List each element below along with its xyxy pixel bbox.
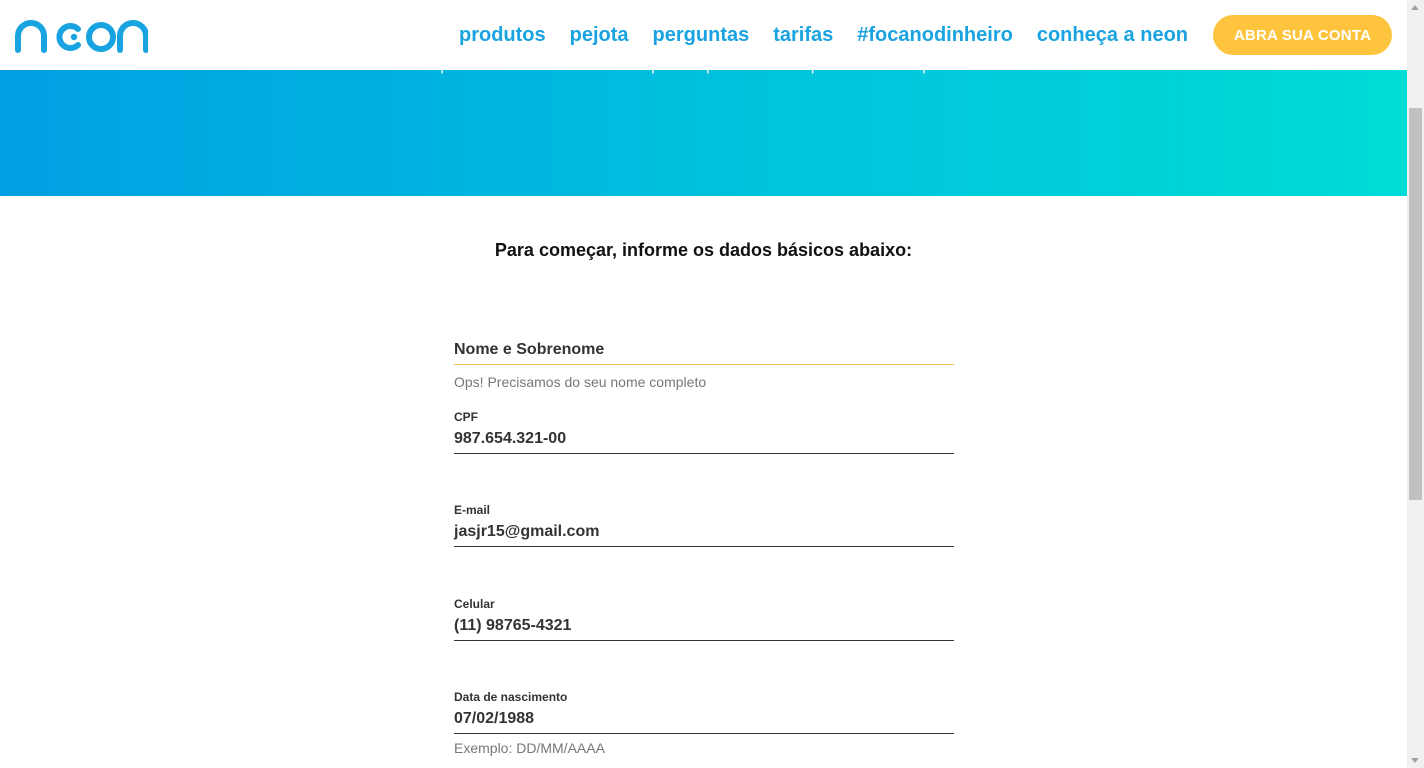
cpf-input[interactable]: 987.654.321-00 — [454, 426, 954, 454]
email-label: E-mail — [454, 503, 491, 517]
scroll-up-arrow-icon[interactable] — [1411, 5, 1419, 10]
name-field: Nome e Sobrenome Ops! Precisamos do seu … — [454, 337, 954, 390]
birthdate-label: Data de nascimento — [454, 690, 568, 704]
main-nav: produtos pejota perguntas tarifas #focan… — [435, 0, 1188, 70]
phone-input[interactable]: (11) 98765-4321 — [454, 613, 954, 641]
birthdate-field: Data de nascimento 07/02/1988 Exemplo: D… — [454, 690, 954, 756]
nav-item-produtos[interactable]: produtos — [459, 24, 546, 47]
cpf-label: CPF — [454, 410, 478, 424]
nav-item-focanodinheiro[interactable]: #focanodinheiro — [857, 24, 1013, 47]
page-scrollbar[interactable] — [1407, 0, 1424, 768]
nav-item-pejota[interactable]: pejota — [570, 24, 629, 47]
email-input[interactable]: jasjr15@gmail.com — [454, 519, 954, 547]
nav-item-tarifas[interactable]: tarifas — [773, 24, 833, 47]
top-navigation-bar: produtos pejota perguntas tarifas #focan… — [0, 0, 1407, 70]
open-account-button[interactable]: ABRA SUA CONTA — [1213, 15, 1392, 55]
scrollbar-thumb[interactable] — [1409, 108, 1422, 500]
form-title: Para começar, informe os dados básicos a… — [494, 240, 913, 260]
phone-field: Celular (11) 98765-4321 — [454, 597, 954, 641]
cpf-field: CPF 987.654.321-00 — [454, 410, 954, 454]
neon-logo[interactable] — [14, 19, 148, 53]
nav-item-perguntas[interactable]: perguntas — [653, 24, 750, 47]
birthdate-hint: Exemplo: DD/MM/AAAA — [454, 740, 605, 756]
name-input[interactable]: Nome e Sobrenome — [454, 337, 954, 365]
birthdate-input[interactable]: 07/02/1988 — [454, 706, 954, 734]
phone-label: Celular — [454, 597, 495, 611]
email-field: E-mail jasjr15@gmail.com — [454, 503, 954, 547]
scroll-down-arrow-icon[interactable] — [1411, 758, 1419, 763]
name-error-message: Ops! Precisamos do seu nome completo — [454, 374, 707, 390]
nav-item-conheca-a-neon[interactable]: conheça a neon — [1037, 24, 1188, 47]
